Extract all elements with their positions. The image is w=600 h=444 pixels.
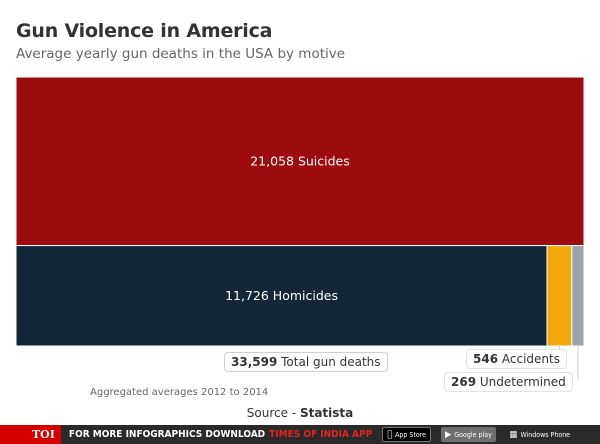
apple-icon:  [387,430,392,440]
treemap-label-homicides: 11,726 Homicides [225,288,338,303]
app-store-badge[interactable]:  App Store [382,427,432,442]
footnote: Aggregated averages 2012 to 2014 [90,387,269,398]
google-play-badge[interactable]: ▶ Google play [441,427,496,442]
accidents-value: 546 [473,352,499,366]
undetermined-value: 269 [451,375,477,389]
treemap-label-suicides: 21,058 Suicides [250,153,350,168]
toi-logo[interactable]: TOI [0,425,61,444]
windows-phone-label: Windows Phone [515,430,570,439]
total-text: Total gun deaths [281,355,381,369]
treemap-cell-accidents [546,245,573,347]
total-value: 33,599 [231,355,278,369]
google-play-label: Google play [449,430,492,439]
treemap-cell-undetermined [571,245,585,347]
banner-highlight: TIMES OF INDIA APP [269,429,373,440]
undetermined-text: Undetermined [479,375,566,389]
total-label: 33,599 Total gun deaths [224,352,388,372]
source-line: Source - Statista [0,406,600,420]
accidents-label: 546 Accidents [466,349,567,369]
source-brand: Statista [299,406,354,420]
app-store-label: App Store [390,430,426,439]
treemap-chart: 21,058 Suicides 11,726 Homicides [15,76,585,380]
source-prefix: Source - [246,406,300,420]
play-icon: ▶ [440,429,451,440]
windows-phone-badge[interactable]: ▦ Windows Phone [506,427,574,442]
banner-text: FOR MORE INFOGRAPHICS DOWNLOAD [68,429,266,440]
windows-icon: ▦ [504,429,518,440]
promo-banner[interactable]: TOI FOR MORE INFOGRAPHICS DOWNLOAD TIMES… [0,425,600,444]
accidents-text: Accidents [501,352,560,366]
undetermined-label: 269 Undetermined [444,372,573,392]
